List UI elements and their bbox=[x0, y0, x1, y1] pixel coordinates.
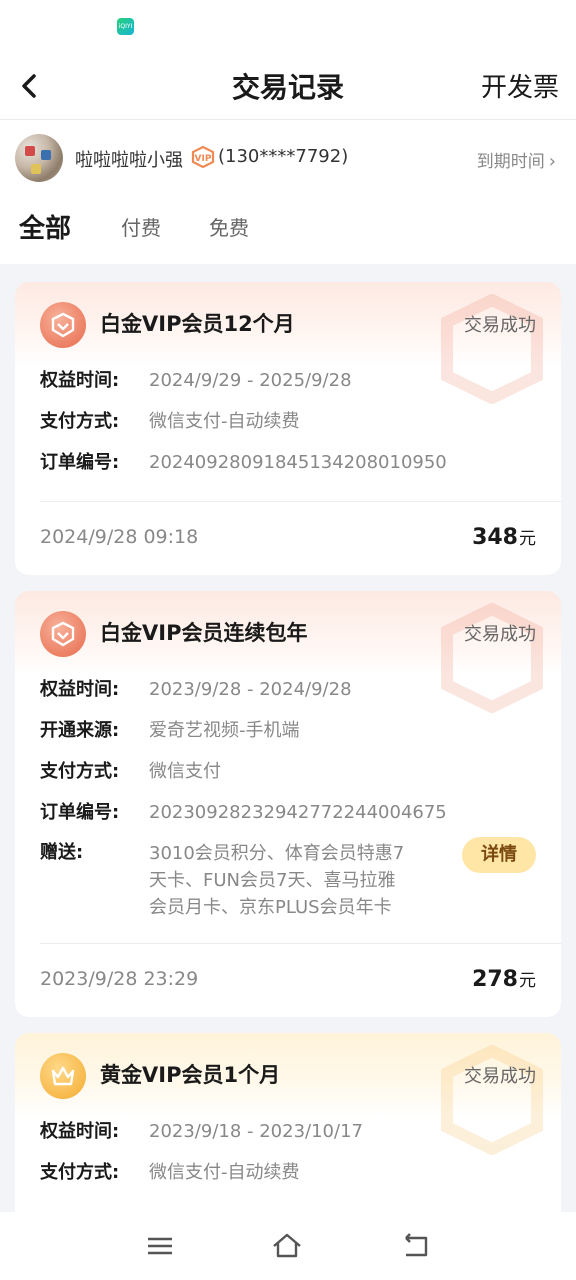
detail-row: 权益时间: 2024/9/29 - 2025/9/28 bbox=[40, 360, 536, 401]
price-amount: 348 bbox=[472, 525, 518, 550]
user-info: 啦啦啦啦小强 VIP (130****7792) 到期时间 › bbox=[0, 120, 576, 198]
row-value: 微信支付-自动续费 bbox=[149, 1162, 300, 1183]
detail-row: 支付方式: 微信支付 bbox=[40, 751, 536, 792]
record-title: 白金VIP会员12个月 bbox=[100, 312, 295, 336]
gift-row: 赠送: 3010会员积分、体育会员特惠7 天卡、FUN会员7天、喜马拉雅 会员月… bbox=[40, 833, 536, 921]
detail-button[interactable]: 详情 bbox=[462, 837, 536, 873]
row-key: 订单编号: bbox=[40, 452, 120, 473]
transaction-time: 2024/9/28 09:18 bbox=[40, 526, 199, 548]
row-key: 支付方式: bbox=[40, 1162, 120, 1183]
row-value: 2023/9/28 - 2024/9/28 bbox=[149, 679, 352, 700]
detail-row: 支付方式: 微信支付-自动续费 bbox=[40, 1152, 536, 1193]
row-key: 赠送: bbox=[40, 842, 84, 863]
row-value: 爱奇艺视频-手机端 bbox=[149, 720, 300, 741]
gift-line: 3010会员积分、体育会员特惠7 bbox=[149, 843, 405, 864]
platinum-vip-icon bbox=[40, 611, 86, 657]
detail-row: 订单编号: 20240928091845134208010950 bbox=[40, 442, 536, 483]
card-footer: 2024/9/28 09:18 348元 bbox=[40, 501, 561, 575]
record-title: 白金VIP会员连续包年 bbox=[100, 621, 308, 645]
record-card[interactable]: 白金VIP会员12个月 交易成功 权益时间: 2024/9/29 - 2025/9… bbox=[15, 282, 561, 575]
user-phone: (130****7792) bbox=[218, 146, 349, 167]
row-key: 支付方式: bbox=[40, 411, 120, 432]
tab-paid[interactable]: 付费 bbox=[121, 212, 161, 241]
status-bar: iQIYI bbox=[0, 0, 576, 56]
price-amount: 278 bbox=[472, 967, 518, 992]
row-key: 权益时间: bbox=[40, 370, 120, 391]
card-header: 黄金VIP会员1个月 交易成功 bbox=[15, 1033, 561, 1155]
record-card[interactable]: 黄金VIP会员1个月 交易成功 权益时间: 2023/9/18 - 2023/10… bbox=[15, 1033, 561, 1233]
detail-row: 权益时间: 2023/9/28 - 2024/9/28 bbox=[40, 669, 536, 710]
tab-free[interactable]: 免费 bbox=[209, 212, 249, 241]
gold-vip-icon bbox=[40, 1053, 86, 1099]
price-unit: 元 bbox=[519, 529, 536, 549]
row-value: 20240928091845134208010950 bbox=[149, 452, 447, 473]
detail-row: 权益时间: 2023/9/18 - 2023/10/17 bbox=[40, 1111, 536, 1152]
gift-line: 天卡、FUN会员7天、喜马拉雅 bbox=[149, 870, 396, 891]
detail-row: 订单编号: 20230928232942772244004675 bbox=[40, 792, 536, 833]
status-text: 交易成功 bbox=[464, 1066, 536, 1087]
vip-badge-icon: VIP bbox=[191, 145, 215, 169]
tab-all[interactable]: 全部 bbox=[19, 208, 71, 245]
app-icon: iQIYI bbox=[117, 18, 134, 35]
status-text: 交易成功 bbox=[464, 624, 536, 645]
invoice-button[interactable]: 开发票 bbox=[481, 56, 559, 120]
back-icon bbox=[405, 1233, 428, 1257]
row-key: 订单编号: bbox=[40, 802, 120, 823]
svg-text:VIP: VIP bbox=[195, 154, 212, 164]
row-key: 权益时间: bbox=[40, 679, 120, 700]
filter-tabs: 全部 付费 免费 bbox=[0, 198, 576, 264]
card-footer: 2023/9/28 23:29 278元 bbox=[40, 943, 561, 1017]
record-card[interactable]: 白金VIP会员连续包年 交易成功 权益时间: 2023/9/28 - 2024/9… bbox=[15, 591, 561, 1017]
row-value: 微信支付 bbox=[149, 761, 221, 782]
row-key: 权益时间: bbox=[40, 1121, 120, 1142]
expire-label: 到期时间 bbox=[476, 152, 545, 172]
transaction-time: 2023/9/28 23:29 bbox=[40, 968, 199, 990]
back-key[interactable] bbox=[400, 1230, 432, 1262]
home-icon bbox=[273, 1233, 301, 1258]
price: 278元 bbox=[472, 966, 536, 992]
record-list: 白金VIP会员12个月 交易成功 权益时间: 2024/9/29 - 2025/9… bbox=[15, 282, 561, 1249]
avatar bbox=[15, 134, 63, 182]
expire-time-link[interactable]: 到期时间 › bbox=[477, 147, 556, 172]
row-value: 微信支付-自动续费 bbox=[149, 411, 300, 432]
system-navigation-bar bbox=[0, 1212, 576, 1280]
record-title: 黄金VIP会员1个月 bbox=[100, 1063, 281, 1087]
detail-row: 支付方式: 微信支付-自动续费 bbox=[40, 401, 536, 442]
card-header: 白金VIP会员连续包年 交易成功 bbox=[15, 591, 561, 713]
detail-row: 开通来源: 爱奇艺视频-手机端 bbox=[40, 710, 536, 751]
price: 348元 bbox=[472, 524, 536, 550]
status-text: 交易成功 bbox=[464, 315, 536, 336]
menu-icon bbox=[148, 1237, 172, 1255]
chevron-right-icon: › bbox=[548, 151, 556, 172]
menu-key[interactable] bbox=[144, 1230, 176, 1262]
home-key[interactable] bbox=[271, 1230, 303, 1262]
platinum-vip-icon bbox=[40, 302, 86, 348]
row-value: 2023/9/18 - 2023/10/17 bbox=[149, 1121, 363, 1142]
nav-bar: 交易记录 开发票 bbox=[0, 56, 576, 120]
row-value: 2024/9/29 - 2025/9/28 bbox=[149, 370, 352, 391]
card-header: 白金VIP会员12个月 交易成功 bbox=[15, 282, 561, 404]
gift-text: 3010会员积分、体育会员特惠7 天卡、FUN会员7天、喜马拉雅 会员月卡、京东… bbox=[149, 833, 429, 921]
row-key: 开通来源: bbox=[40, 720, 120, 741]
username: 啦啦啦啦小强 bbox=[75, 150, 183, 171]
gift-line: 会员月卡、京东PLUS会员年卡 bbox=[149, 897, 392, 918]
price-unit: 元 bbox=[519, 971, 536, 991]
row-value: 20230928232942772244004675 bbox=[149, 802, 447, 823]
row-key: 支付方式: bbox=[40, 761, 120, 782]
